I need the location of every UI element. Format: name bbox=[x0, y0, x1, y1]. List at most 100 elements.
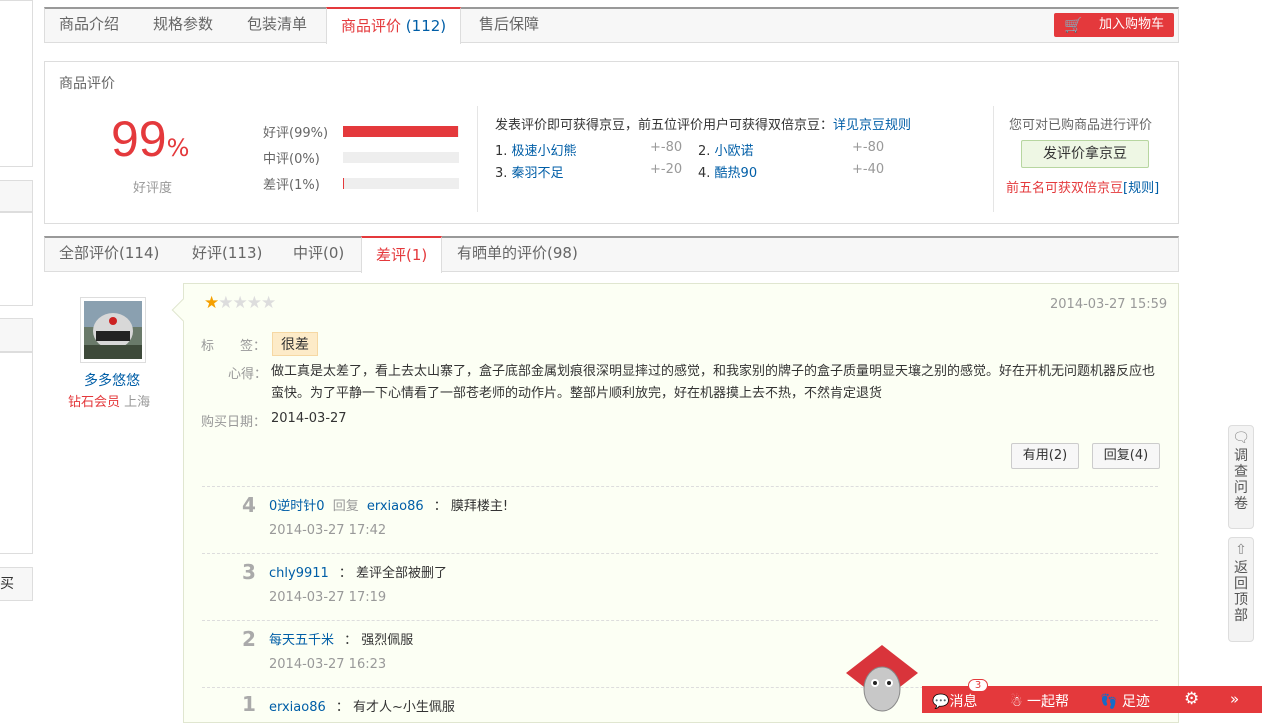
divider-2 bbox=[993, 106, 994, 212]
trace-label: 足迹 bbox=[1121, 694, 1150, 710]
messages-item[interactable]: 💬消息 bbox=[932, 691, 977, 711]
reply-line: chly9911 ： 差评全部被删了 bbox=[269, 562, 447, 581]
rating-summary: 商品评价 99% 好评度 好评(99%) 中评(0%) 差评(1%) 发表评价即… bbox=[44, 61, 1179, 224]
tab-good-reviews[interactable]: 好评(113) bbox=[178, 236, 276, 272]
tab-reviews-count: (112) bbox=[405, 17, 447, 35]
reviewer-name[interactable]: 多多悠悠 bbox=[84, 370, 140, 390]
help-icon: ☃ bbox=[1010, 694, 1023, 710]
tab-all-reviews[interactable]: 全部评价(114) bbox=[45, 236, 173, 272]
rating-good-bar bbox=[343, 126, 459, 137]
reply-mid: 回复 bbox=[332, 499, 359, 514]
reply-time: 2014-03-27 17:19 bbox=[269, 590, 387, 605]
reply-button[interactable]: 回复(4) bbox=[1092, 443, 1160, 469]
rule-link[interactable]: [规则] bbox=[1123, 181, 1159, 196]
rating-mid-label: 中评(0%) bbox=[263, 152, 320, 167]
good-rate-number: 99 bbox=[111, 111, 167, 167]
buy-date: 2014-03-27 bbox=[271, 411, 347, 426]
reviewer-meta: 钻石会员 上海 bbox=[68, 391, 150, 410]
reply-item: 2 每天五千米 ： 强烈佩服 2014-03-27 16:23 bbox=[202, 620, 1158, 686]
summary-title: 商品评价 bbox=[59, 76, 115, 92]
reply-floor: 4 bbox=[242, 493, 256, 517]
leader-score: +-80 bbox=[852, 140, 885, 155]
left-panel-3 bbox=[0, 212, 33, 306]
tab-specs[interactable]: 规格参数 bbox=[139, 7, 227, 43]
reply-text: ： 差评全部被删了 bbox=[338, 566, 448, 581]
rating-good-label: 好评(99%) bbox=[263, 126, 329, 141]
bean-notice-text: 发表评价即可获得京豆，前五位评价用户可获得双倍京豆： bbox=[495, 118, 834, 133]
leader-score: +-40 bbox=[852, 162, 885, 177]
leader-rank: 4. bbox=[698, 166, 711, 181]
bean-notice: 发表评价即可获得京豆，前五位评价用户可获得双倍京豆：详见京豆规则 bbox=[495, 114, 911, 133]
leader-rank: 2. bbox=[698, 144, 711, 159]
star-empty-icon: ★★★★ bbox=[218, 293, 276, 313]
reviewer-location: 上海 bbox=[124, 395, 151, 410]
reply-user[interactable]: chly9911 bbox=[269, 566, 329, 581]
trace-item[interactable]: 👣 足迹 bbox=[1100, 691, 1150, 711]
star-rating: ★★★★★ bbox=[204, 293, 276, 313]
bean-rule-link[interactable]: 详见京豆规则 bbox=[833, 118, 911, 133]
useful-button[interactable]: 有用(2) bbox=[1011, 443, 1079, 469]
can-rate-text: 您可对已购商品进行评价 bbox=[1009, 118, 1153, 133]
tag-label: 标 签： bbox=[201, 339, 267, 354]
good-rate-sign: % bbox=[166, 134, 190, 162]
reply-item: 4 0逆时针0 回复 erxiao86 ： 膜拜楼主! 2014-03-27 1… bbox=[202, 486, 1158, 552]
left-panel-6[interactable]: 买 bbox=[0, 567, 33, 601]
double-tip: 前五名可获双倍京豆[规则] bbox=[1006, 177, 1159, 196]
reply-text: ： 膜拜楼主! bbox=[433, 499, 509, 514]
back-to-top-label: 返回顶部 bbox=[1234, 560, 1248, 624]
tab-reviews[interactable]: 商品评价 (112) bbox=[326, 7, 462, 44]
leader-2: 2. 小欧诺 bbox=[698, 140, 754, 159]
gear-icon[interactable]: ⚙ bbox=[1184, 689, 1199, 709]
content-label: 心得： bbox=[228, 367, 268, 382]
reply-target[interactable]: erxiao86 bbox=[367, 499, 424, 514]
double-tip-text: 前五名可获双倍京豆 bbox=[1006, 181, 1124, 196]
leader-name[interactable]: 小欧诺 bbox=[715, 144, 754, 159]
tab-package[interactable]: 包装清单 bbox=[233, 7, 321, 43]
bottom-toolbar: 💬消息 3 ☃ 一起帮 👣 足迹 ⚙ » bbox=[922, 679, 1262, 713]
reply-line: 每天五千米 ： 强烈佩服 bbox=[269, 629, 413, 648]
leader-1: 1. 极速小幻熊 bbox=[495, 140, 577, 159]
tab-aftersale[interactable]: 售后保障 bbox=[465, 7, 553, 43]
leader-3: 3. 秦羽不足 bbox=[495, 162, 564, 181]
good-rate: 99% bbox=[111, 114, 189, 164]
reply-line: erxiao86 ： 有才人~小生佩服 bbox=[269, 696, 455, 715]
message-count-badge: 3 bbox=[968, 679, 988, 692]
help-item[interactable]: ☃ 一起帮 bbox=[1010, 691, 1069, 711]
leader-rank: 1. bbox=[495, 144, 508, 159]
avatar-image bbox=[84, 301, 142, 359]
messages-label: 消息 bbox=[949, 694, 978, 710]
reply-floor: 2 bbox=[242, 627, 256, 651]
reply-user[interactable]: 每天五千米 bbox=[269, 633, 334, 648]
help-label: 一起帮 bbox=[1027, 694, 1070, 710]
avatar[interactable] bbox=[80, 297, 146, 363]
rating-bad-fill bbox=[343, 178, 345, 189]
rating-bad-bar bbox=[343, 178, 459, 189]
expand-button[interactable]: » bbox=[1230, 690, 1239, 708]
add-to-cart-label: 加入购物车 bbox=[1098, 17, 1164, 32]
rating-mid-bar bbox=[343, 152, 459, 163]
tab-bad-reviews[interactable]: 差评(1) bbox=[361, 236, 443, 273]
left-panel-1 bbox=[0, 0, 33, 167]
back-to-top[interactable]: ⇧ 返回顶部 bbox=[1228, 537, 1254, 642]
leader-score: +-80 bbox=[650, 140, 683, 155]
tab-intro[interactable]: 商品介绍 bbox=[45, 7, 133, 43]
product-tabbar: 商品介绍 规格参数 包装清单 商品评价 (112) 售后保障 🛒 加入购物车 bbox=[44, 7, 1179, 44]
leader-name[interactable]: 酷热90 bbox=[715, 166, 758, 181]
reply-user[interactable]: 0逆时针0 bbox=[269, 499, 325, 514]
rate-button[interactable]: 发评价拿京豆 bbox=[1021, 140, 1149, 168]
cart-icon: 🛒 bbox=[1064, 16, 1083, 34]
review-content: 做工真是太差了，看上去太山寨了，盒子底部金属划痕很深明显摔过的感觉，和我家别的牌… bbox=[271, 364, 1156, 401]
review-date: 2014-03-27 15:59 bbox=[1050, 297, 1168, 312]
left-panel-5 bbox=[0, 352, 33, 554]
mascot-icon bbox=[846, 645, 918, 712]
good-rate-label: 好评度 bbox=[133, 181, 173, 196]
tab-photo-reviews[interactable]: 有晒单的评价(98) bbox=[443, 236, 592, 272]
leader-4: 4. 酷热90 bbox=[698, 162, 757, 181]
divider-1 bbox=[477, 106, 478, 212]
leader-name[interactable]: 极速小幻熊 bbox=[512, 144, 577, 159]
add-to-cart-button[interactable]: 🛒 加入购物车 bbox=[1054, 13, 1174, 37]
survey-dock[interactable]: 🗨 调查问卷 bbox=[1228, 425, 1254, 529]
reply-item: 3 chly9911 ： 差评全部被删了 2014-03-27 17:19 bbox=[202, 553, 1158, 619]
leader-name[interactable]: 秦羽不足 bbox=[512, 166, 564, 181]
tab-mid-reviews[interactable]: 中评(0) bbox=[279, 236, 358, 272]
